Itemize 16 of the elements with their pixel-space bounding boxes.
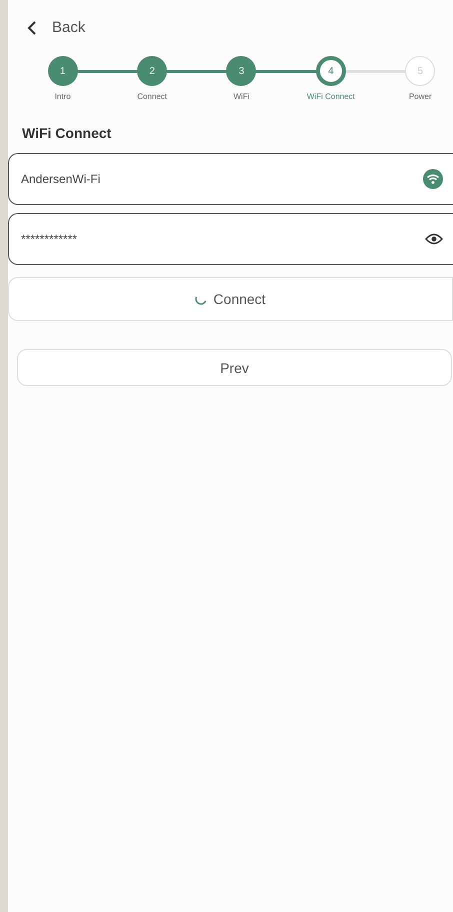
- step-label: Connect: [137, 92, 167, 101]
- step-label: WiFi Connect: [306, 92, 355, 101]
- prev-button[interactable]: Prev: [17, 349, 452, 386]
- chevron-left-icon: [26, 20, 38, 34]
- step-circle: 3: [226, 56, 256, 86]
- back-button[interactable]: Back: [18, 17, 94, 38]
- step-label: WiFi: [233, 92, 250, 101]
- step-circle: 2: [137, 56, 168, 86]
- step-circle: 1: [48, 56, 78, 86]
- wifi-icon: [423, 169, 443, 189]
- step-circle: 4: [316, 56, 346, 86]
- connect-button[interactable]: Connect: [8, 277, 453, 321]
- section-title: WiFi Connect: [22, 125, 112, 141]
- step-label: Intro: [54, 92, 71, 101]
- eye-icon[interactable]: [425, 233, 443, 245]
- step-label: Power: [408, 92, 432, 101]
